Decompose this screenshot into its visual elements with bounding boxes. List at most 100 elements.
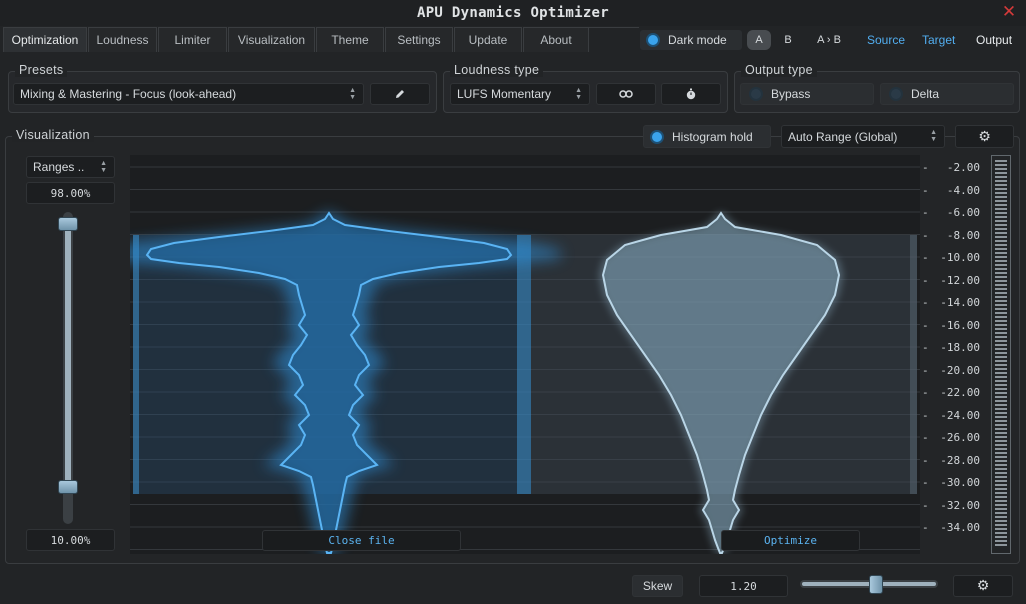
level-meter-segment <box>995 220 1007 222</box>
skew-value-field[interactable]: 1.20 <box>699 575 788 597</box>
tab-visualization[interactable]: Visualization <box>228 27 315 52</box>
level-meter-segment <box>995 368 1007 370</box>
level-meter-segment <box>995 180 1007 182</box>
histogram-hold-toggle[interactable]: Histogram hold <box>643 125 771 148</box>
level-meter-segment <box>995 304 1007 306</box>
y-tick-mark: - <box>922 228 929 242</box>
close-file-button[interactable]: Close file <box>262 530 461 551</box>
preset-edit-button[interactable] <box>370 83 430 105</box>
target-button[interactable]: Target <box>922 30 955 50</box>
level-meter-segment <box>995 528 1007 530</box>
level-meter-segment <box>995 524 1007 526</box>
source-range-right-edge <box>517 235 531 494</box>
level-meter-segment <box>995 356 1007 358</box>
target-range-right-edge <box>910 235 917 494</box>
ab-copy-button[interactable]: A › B <box>806 30 852 50</box>
tab-loudness[interactable]: Loudness <box>88 27 157 52</box>
tab-settings[interactable]: Settings <box>385 27 453 52</box>
level-meter-segment <box>995 252 1007 254</box>
y-tick-mark: - <box>922 273 929 287</box>
level-meter-segment <box>995 264 1007 266</box>
loudness-type-select[interactable]: LUFS Momentary ▲ ▼ <box>450 83 590 105</box>
level-meter-segment <box>995 416 1007 418</box>
level-meter-segment <box>995 188 1007 190</box>
loudness-type-title: Loudness type <box>450 63 544 77</box>
level-meter-segment <box>995 436 1007 438</box>
y-tick-label: - -24.00 <box>922 409 988 423</box>
level-meter-segment <box>995 540 1007 542</box>
ab-a-button[interactable]: A <box>747 30 771 50</box>
level-meter-segment <box>995 404 1007 406</box>
y-tick-value: -18.00 <box>940 341 980 354</box>
y-tick-label: - -28.00 <box>922 454 988 468</box>
histogram-hold-label: Histogram hold <box>672 129 753 144</box>
level-meter-segment <box>995 332 1007 334</box>
y-tick-label: - -32.00 <box>922 499 988 513</box>
level-meter-segment <box>995 208 1007 210</box>
visualization-title: Visualization <box>12 128 94 142</box>
tab-update[interactable]: Update <box>454 27 522 52</box>
y-tick-label: - -26.00 <box>922 431 988 445</box>
y-tick-label: - -30.00 <box>922 476 988 490</box>
output-button[interactable]: Output <box>976 30 1012 50</box>
level-meter-segment <box>995 212 1007 214</box>
range-low-handle[interactable] <box>58 480 78 494</box>
loudness-link-button[interactable] <box>596 83 656 105</box>
level-meter-segment <box>995 428 1007 430</box>
y-tick-label: - -10.00 <box>922 251 988 265</box>
tab-about[interactable]: About <box>523 27 589 52</box>
level-meter-segment <box>995 352 1007 354</box>
level-meter-segment <box>995 456 1007 458</box>
y-tick-value: -6.00 <box>946 206 980 219</box>
y-tick-value: -2.00 <box>946 161 980 174</box>
close-icon[interactable]: ✕ <box>1000 3 1018 21</box>
loudness-timer-button[interactable] <box>661 83 721 105</box>
gear-icon: ⚙ <box>976 578 990 594</box>
y-tick-mark: - <box>922 161 929 174</box>
y-tick-mark: - <box>922 521 929 534</box>
tab-optimization[interactable]: Optimization <box>3 27 87 52</box>
tab-theme[interactable]: Theme <box>316 27 384 52</box>
bypass-toggle[interactable]: Bypass <box>740 83 874 105</box>
y-tick-label: - -34.00 <box>922 521 988 535</box>
level-meter-segment <box>995 432 1007 434</box>
level-meter-segment <box>995 440 1007 442</box>
preset-select[interactable]: Mixing & Mastering - Focus (look-ahead) … <box>13 83 364 105</box>
optimize-button[interactable]: Optimize <box>721 530 860 551</box>
level-meter-segments <box>995 160 1007 546</box>
level-meter-segment <box>995 248 1007 250</box>
range-high-value[interactable]: 98.00% <box>26 182 115 204</box>
range-low-value[interactable]: 10.00% <box>26 529 115 551</box>
ab-b-button[interactable]: B <box>779 30 797 50</box>
y-tick-value: -28.00 <box>940 453 980 467</box>
range-high-handle[interactable] <box>58 217 78 231</box>
skew-settings-button[interactable]: ⚙ <box>953 575 1013 597</box>
level-meter-segment <box>995 300 1007 302</box>
y-tick-label: - -14.00 <box>922 296 988 310</box>
level-meter-segment <box>995 216 1007 218</box>
source-button[interactable]: Source <box>867 30 905 50</box>
level-meter-segment <box>995 320 1007 322</box>
updown-arrows-icon: ▲ ▼ <box>100 160 107 174</box>
level-meter-segment <box>995 288 1007 290</box>
delta-toggle[interactable]: Delta <box>880 83 1014 105</box>
tab-limiter[interactable]: Limiter <box>158 27 227 52</box>
level-meter-segment <box>995 316 1007 318</box>
level-meter-segment <box>995 372 1007 374</box>
level-meter-segment <box>995 244 1007 246</box>
level-meter-segment <box>995 164 1007 166</box>
level-meter-segment <box>995 344 1007 346</box>
level-meter-segment <box>995 448 1007 450</box>
skew-label: Skew <box>632 575 683 597</box>
skew-slider-handle[interactable] <box>869 575 883 594</box>
dark-mode-toggle[interactable]: Dark mode <box>640 30 742 50</box>
y-tick-mark: - <box>922 183 929 197</box>
level-meter-segment <box>995 392 1007 394</box>
auto-range-select[interactable]: Auto Range (Global) ▲ ▼ <box>781 125 945 148</box>
visualization-settings-button[interactable]: ⚙ <box>955 125 1014 148</box>
y-tick-mark: - <box>922 453 929 467</box>
y-tick-mark: - <box>922 476 929 489</box>
y-tick-label: - -18.00 <box>922 341 988 355</box>
bypass-label: Bypass <box>771 87 811 101</box>
ranges-select[interactable]: Ranges .. ▲ ▼ <box>26 156 115 178</box>
